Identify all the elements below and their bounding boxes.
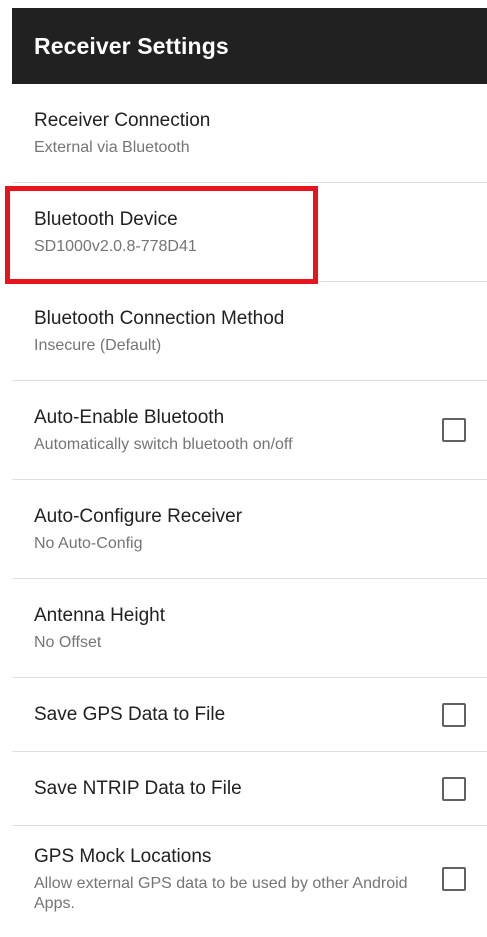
app-title: Receiver Settings [34,32,229,59]
setting-title: Receiver Connection [34,109,211,131]
setting-summary: No Auto-Config [34,534,143,552]
setting-bluetooth-device[interactable]: Bluetooth Device SD1000v2.0.8-778D41 [12,183,487,282]
setting-auto-configure-receiver[interactable]: Auto-Configure Receiver No Auto-Config [12,480,487,579]
setting-title: Antenna Height [34,604,165,626]
setting-title: Save NTRIP Data to File [34,777,242,799]
setting-title: Auto-Configure Receiver [34,505,243,527]
setting-antenna-height[interactable]: Antenna Height No Offset [12,579,487,678]
setting-title: Bluetooth Device [34,208,178,230]
setting-summary: Insecure (Default) [34,336,162,354]
save-gps-data-checkbox[interactable] [442,702,466,727]
setting-title: Save GPS Data to File [34,703,226,725]
settings-list: Receiver Connection External via Bluetoo… [12,84,487,932]
setting-auto-enable-bluetooth[interactable]: Auto-Enable Bluetooth Automatically swit… [12,381,487,480]
setting-receiver-connection[interactable]: Receiver Connection External via Bluetoo… [12,84,487,183]
setting-title: Auto-Enable Bluetooth [34,406,225,428]
save-ntrip-data-checkbox[interactable] [442,776,466,801]
setting-summary: External via Bluetooth [34,138,190,156]
setting-save-ntrip-data[interactable]: Save NTRIP Data to File [12,752,487,826]
setting-title: Bluetooth Connection Method [34,307,285,329]
setting-bluetooth-connection-method[interactable]: Bluetooth Connection Method Insecure (De… [12,282,487,381]
screen-edge [0,0,12,937]
setting-summary: No Offset [34,633,102,651]
setting-summary: Allow external GPS data to be used by ot… [34,874,408,912]
gps-mock-locations-checkbox[interactable] [442,867,466,891]
setting-summary: Automatically switch bluetooth on/off [34,435,293,453]
setting-summary: SD1000v2.0.8-778D41 [34,237,197,255]
setting-save-gps-data[interactable]: Save GPS Data to File [12,678,487,752]
screen: Receiver Settings Receiver Connection Ex… [0,0,487,937]
setting-title: GPS Mock Locations [34,845,212,867]
app-bar: Receiver Settings [12,8,487,84]
setting-gps-mock-locations[interactable]: GPS Mock Locations Allow external GPS da… [12,826,487,932]
auto-enable-bluetooth-checkbox[interactable] [442,418,466,442]
